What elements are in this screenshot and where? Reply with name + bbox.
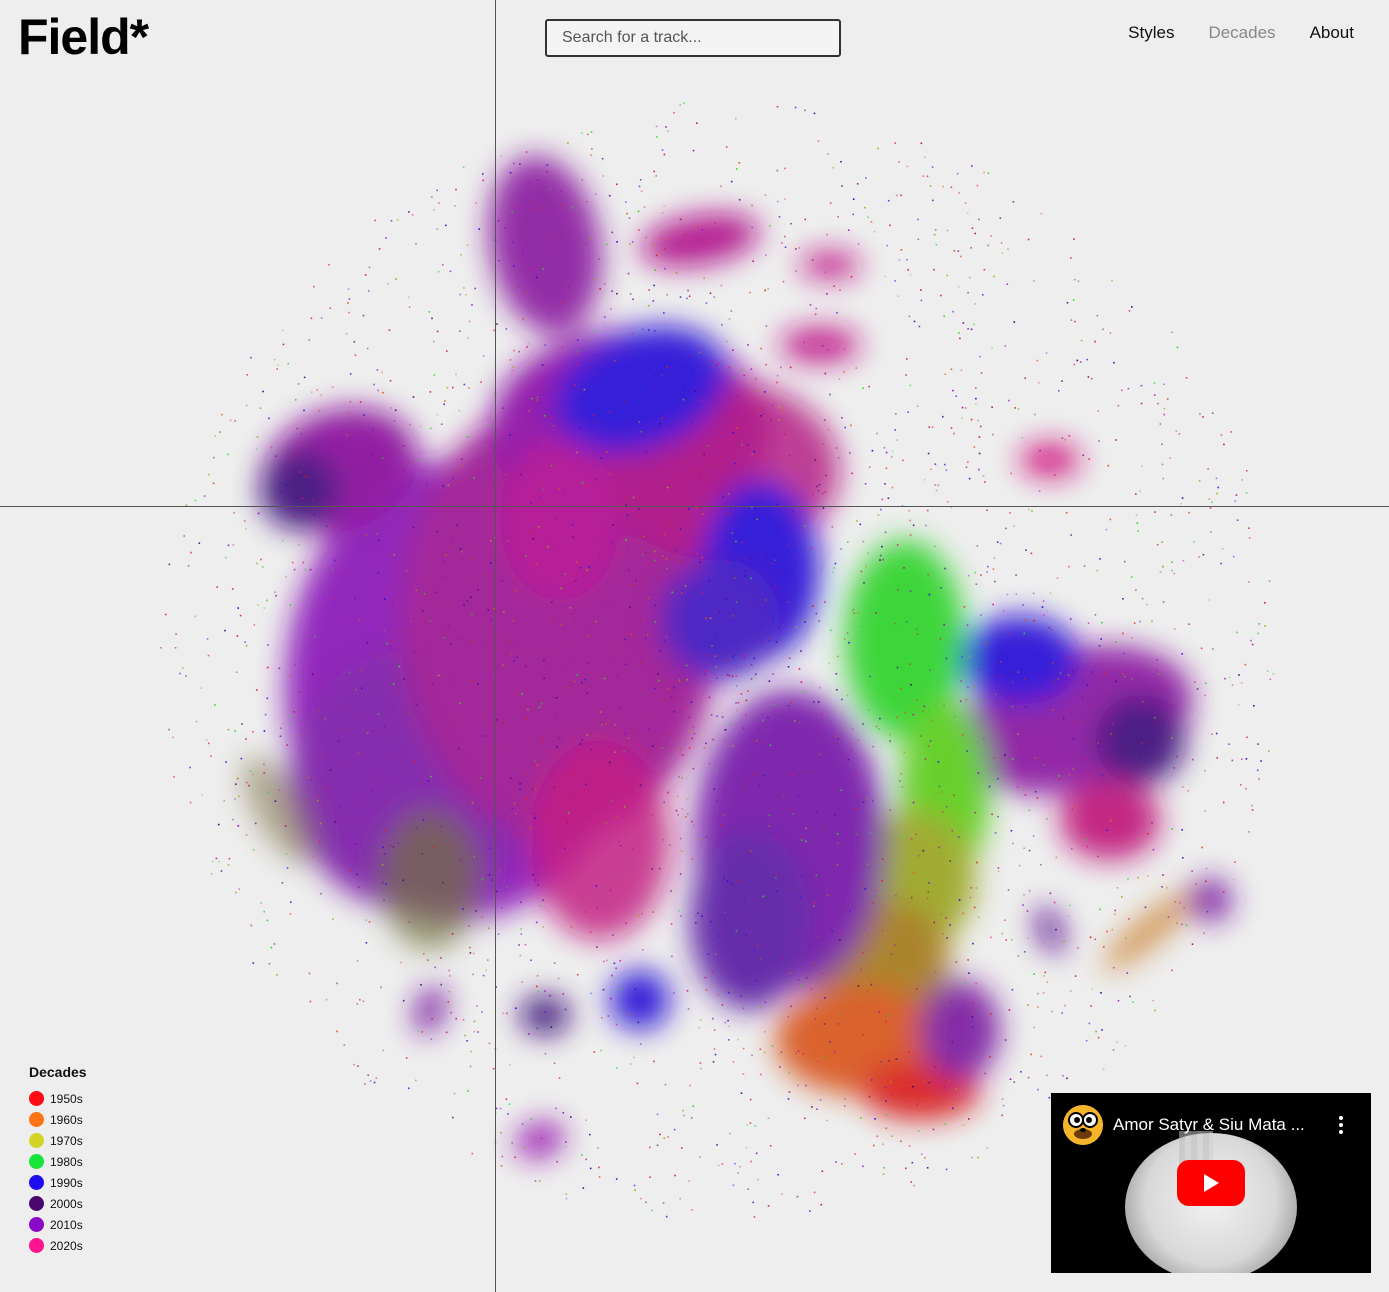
legend-label: 2020s [50,1238,83,1253]
crosshair-vertical [495,0,496,1292]
cluster-region [610,970,670,1030]
cluster-region [1095,695,1185,785]
legend-item[interactable]: 2000s [29,1193,87,1214]
legend-swatch [29,1217,44,1232]
youtube-play-icon[interactable] [1177,1160,1245,1206]
cluster-region [530,740,670,940]
cluster-region [920,980,1000,1080]
search-input[interactable] [545,19,841,57]
cluster-region [690,830,810,1010]
nav-decades[interactable]: Decades [1208,23,1275,43]
legend-swatch [29,1196,44,1211]
legend-label: 1950s [50,1091,83,1106]
cluster-region [960,615,1080,705]
cluster-region [660,560,780,680]
decade-legend: Decades 1950s 1960s 1970s 1980s 1990s 20… [29,1064,87,1256]
youtube-player[interactable]: Amor Satyr & Siu Mata ... [1051,1093,1371,1273]
legend-label: 1990s [50,1175,83,1190]
legend-item[interactable]: 1960s [29,1109,87,1130]
crosshair-horizontal [0,506,1389,507]
legend-item[interactable]: 1990s [29,1172,87,1193]
cluster-region [413,985,447,1035]
legend-item[interactable]: 2020s [29,1235,87,1256]
cluster-region [1060,780,1160,860]
cluster-region [640,213,760,267]
cluster-region [488,155,602,335]
cluster-region [380,810,480,950]
legend-label: 1970s [50,1133,83,1148]
nav-about[interactable]: About [1310,23,1354,43]
legend-item[interactable]: 1970s [29,1130,87,1151]
legend-label: 2000s [50,1196,83,1211]
cluster-region [500,440,620,600]
cluster-region [1020,442,1080,478]
legend-swatch [29,1112,44,1127]
legend-swatch [29,1175,44,1190]
legend-swatch [29,1238,44,1253]
kebab-menu-icon[interactable] [1337,1114,1345,1138]
cluster-region [520,995,570,1035]
app-logo[interactable]: Field* [18,8,149,66]
legend-label: 1960s [50,1112,83,1127]
cluster-region [260,450,340,530]
legend-item[interactable]: 1980s [29,1151,87,1172]
cartoon-face-icon[interactable] [1063,1105,1103,1145]
cluster-region [800,251,860,279]
legend-swatch [29,1091,44,1106]
legend-swatch [29,1133,44,1148]
legend-label: 2010s [50,1217,83,1232]
video-title[interactable]: Amor Satyr & Siu Mata ... [1113,1115,1318,1135]
cluster-region [780,327,860,363]
legend-title: Decades [29,1064,87,1080]
top-nav: Styles Decades About [1128,23,1354,43]
legend-item[interactable]: 2010s [29,1214,87,1235]
legend-swatch [29,1154,44,1169]
cluster-region [1035,906,1065,954]
legend-label: 1980s [50,1154,83,1169]
legend-item[interactable]: 1950s [29,1088,87,1109]
nav-styles[interactable]: Styles [1128,23,1174,43]
